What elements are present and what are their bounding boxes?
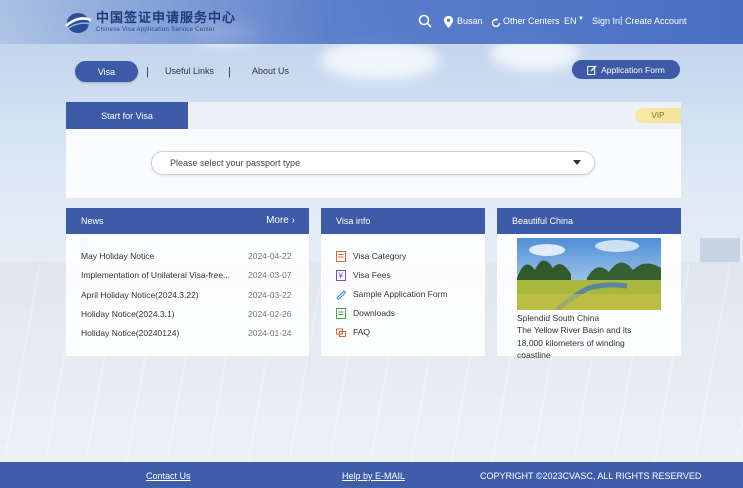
help-email-link[interactable]: Help by E-MAIL — [342, 471, 405, 481]
switch-center-icon[interactable] — [491, 15, 501, 33]
logo-chinese-text: 中国签证申请服务中心 — [96, 11, 237, 26]
beautiful-china-title: Beautiful China — [512, 216, 574, 226]
other-centers-link[interactable]: Other Centers — [503, 16, 560, 26]
create-account-link[interactable]: Create Account — [625, 16, 687, 26]
nav-separator: | — [228, 66, 231, 78]
landscape-photo[interactable] — [517, 238, 661, 310]
sign-in-link[interactable]: Sign In — [592, 16, 620, 26]
passport-select-placeholder: Please select your passport type — [170, 158, 301, 168]
location-pin-icon — [444, 15, 453, 33]
news-date: 2024-03-07 — [248, 270, 292, 280]
application-form-label: Application Form — [601, 64, 665, 75]
header-separator: | — [620, 15, 623, 25]
language-selector[interactable]: EN — [564, 16, 577, 26]
visa-fees-link[interactable]: ¥ Visa Fees — [336, 268, 391, 282]
edit-form-icon — [587, 65, 597, 75]
cvasc-logo[interactable]: 中国签证申请服务中心 Chinese Visa Application Serv… — [64, 8, 236, 38]
beautiful-china-card: Beautiful China Splendid South China The… — [497, 208, 681, 360]
chevron-down-icon[interactable]: ▼ — [578, 16, 584, 22]
news-item[interactable]: April Holiday Notice(2024.3.22) — [81, 290, 199, 300]
faq-icon — [336, 328, 346, 337]
visa-category-link[interactable]: Visa Category — [336, 249, 406, 263]
beautiful-china-header: Beautiful China — [497, 208, 681, 234]
chevron-right-icon: › — [291, 215, 295, 226]
sample-application-form-link[interactable]: Sample Application Form — [336, 287, 448, 301]
nav-about-us[interactable]: About Us — [252, 66, 289, 76]
news-header: News More › — [66, 208, 309, 234]
downloads-link[interactable]: Downloads — [336, 306, 395, 320]
news-title: News — [81, 216, 104, 226]
tab-start-for-visa[interactable]: Start for Visa — [66, 102, 188, 129]
news-date: 2024-04-22 — [248, 251, 292, 261]
visa-info-header: Visa info — [321, 208, 485, 234]
faq-link[interactable]: FAQ — [336, 325, 370, 339]
passport-type-select[interactable]: Please select your passport type — [151, 151, 595, 175]
application-form-button[interactable]: Application Form — [572, 60, 680, 79]
globe-logo-icon — [64, 11, 92, 35]
page-footer: Contact Us Help by E-MAIL COPYRIGHT ©202… — [0, 462, 743, 488]
contact-us-link[interactable]: Contact Us — [146, 471, 191, 481]
photo-caption-description: The Yellow River Basin and its 18,000 ki… — [517, 325, 632, 360]
logo-english-text: Chinese Visa Application Service Center — [96, 27, 215, 33]
current-city[interactable]: Busan — [457, 16, 483, 26]
nav-visa-button[interactable]: Visa — [75, 61, 138, 82]
news-date: 2024-01-24 — [248, 328, 292, 338]
vip-tab[interactable]: VIP — [635, 108, 681, 123]
download-icon — [336, 307, 346, 319]
category-icon — [336, 250, 346, 262]
news-date: 2024-03-22 — [248, 290, 292, 300]
news-item[interactable]: May Holiday Notice — [81, 251, 154, 261]
form-icon — [336, 289, 346, 300]
search-icon[interactable] — [418, 14, 432, 28]
fees-icon: ¥ — [336, 269, 346, 281]
news-date: 2024-02-26 — [248, 309, 292, 319]
news-item[interactable]: Holiday Notice(20240124) — [81, 328, 179, 338]
start-visa-tab-strip — [188, 102, 681, 129]
more-link[interactable]: More › — [266, 215, 295, 226]
photo-caption-title: Splendid South China — [517, 313, 600, 323]
top-header: 中国签证申请服务中心 Chinese Visa Application Serv… — [0, 0, 743, 44]
visa-info-card: Visa info Visa Category ¥ Visa Fees Samp… — [321, 208, 485, 356]
copyright-text: COPYRIGHT ©2023CVASC, ALL RIGHTS RESERVE… — [480, 471, 702, 481]
svg-text:¥: ¥ — [338, 271, 344, 280]
news-card: News More › May Holiday Notice 2024-04-2… — [66, 208, 309, 356]
news-item[interactable]: Implementation of Unilateral Visa-free..… — [81, 270, 230, 280]
nav-separator: | — [146, 66, 149, 78]
visa-info-title: Visa info — [336, 216, 371, 226]
caret-down-icon — [573, 160, 581, 165]
news-item[interactable]: Holiday Notice(2024.3.1) — [81, 309, 175, 319]
nav-useful-links[interactable]: Useful Links — [165, 66, 214, 76]
